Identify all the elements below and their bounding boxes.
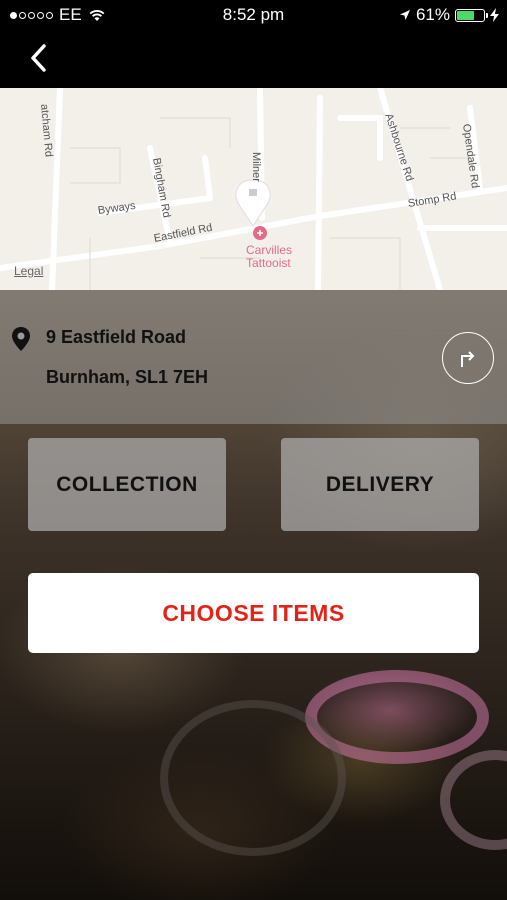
battery-icon — [455, 8, 488, 22]
battery-percent: 61% — [415, 5, 450, 24]
location-arrow-icon — [399, 10, 410, 20]
poi-name-line2: Tattooist — [246, 256, 291, 270]
address-line2: Burnham, SL1 7EH — [46, 367, 209, 387]
chevron-left-icon — [31, 44, 46, 72]
collection-button[interactable]: COLLECTION — [28, 438, 226, 531]
poi-pin-icon — [253, 226, 267, 240]
back-button[interactable] — [18, 40, 58, 76]
address-line1: 9 Eastfield Road — [46, 327, 187, 347]
directions-turn-icon — [461, 351, 475, 367]
street-label: Milner — [250, 152, 262, 182]
legal-link[interactable]: Legal — [14, 264, 43, 278]
status-right: 61% — [399, 5, 499, 25]
charging-bolt-icon — [490, 8, 499, 22]
delivery-button[interactable]: DELIVERY — [281, 438, 479, 531]
directions-button[interactable] — [442, 332, 494, 384]
poi-label: Carvilles Tattooist — [246, 244, 292, 270]
address-panel: 9 Eastfield Road Burnham, SL1 7EH — [0, 290, 507, 424]
location-pin-icon — [12, 327, 30, 351]
nav-bar — [0, 30, 507, 88]
status-bar: EE 8:52 pm 61% — [0, 0, 507, 30]
choose-items-button[interactable]: CHOOSE ITEMS — [28, 573, 479, 653]
map-view[interactable]: atcham Rd Bingham Rd Milner Ashbourne Rd… — [0, 88, 507, 290]
map-marker-icon — [235, 179, 271, 227]
